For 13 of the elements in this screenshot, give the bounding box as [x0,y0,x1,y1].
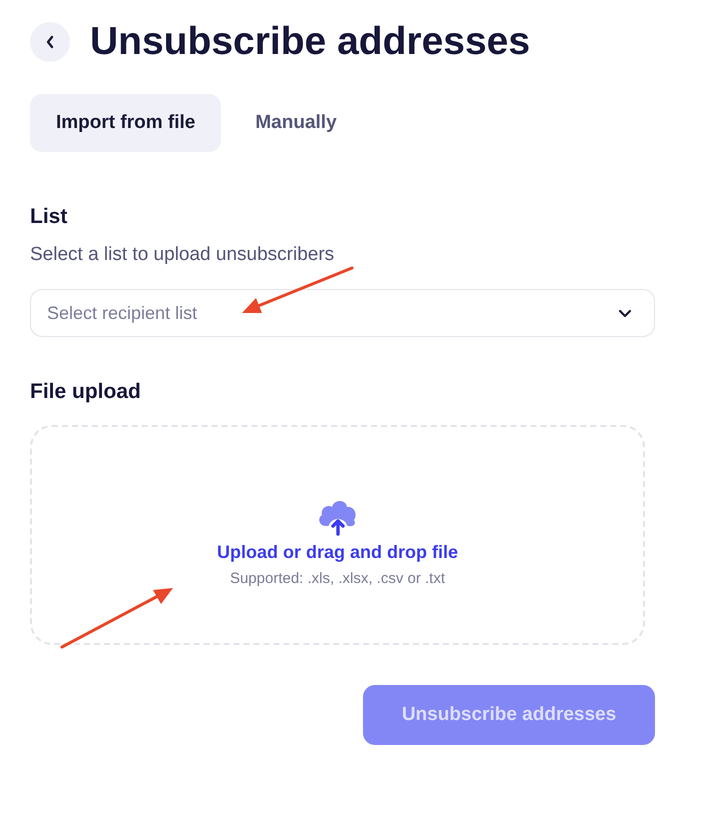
section-label: List [30,205,68,229]
tab[interactable]: Manually [229,94,363,152]
supported-formats-text: Supported: .xls, .xlsx, .csv or .txt [230,570,446,586]
file-dropzone[interactable]: Upload or drag and drop file Supported: .xls, .xlsx, .csv or .txt [30,425,645,645]
recipient-list-select[interactable]: Select recipient list [30,289,655,337]
section-label: File upload [30,380,142,404]
upload-link[interactable]: Upload or drag and drop file [216,542,458,562]
chevron-down-icon [618,308,632,318]
tab[interactable]: Import from file [30,94,222,152]
chevron-left-icon [45,35,55,49]
back-button[interactable] [30,22,70,62]
page-title: Unsubscribe addresses [90,20,530,64]
section-description: Select a list to upload unsubscribers [30,244,336,266]
